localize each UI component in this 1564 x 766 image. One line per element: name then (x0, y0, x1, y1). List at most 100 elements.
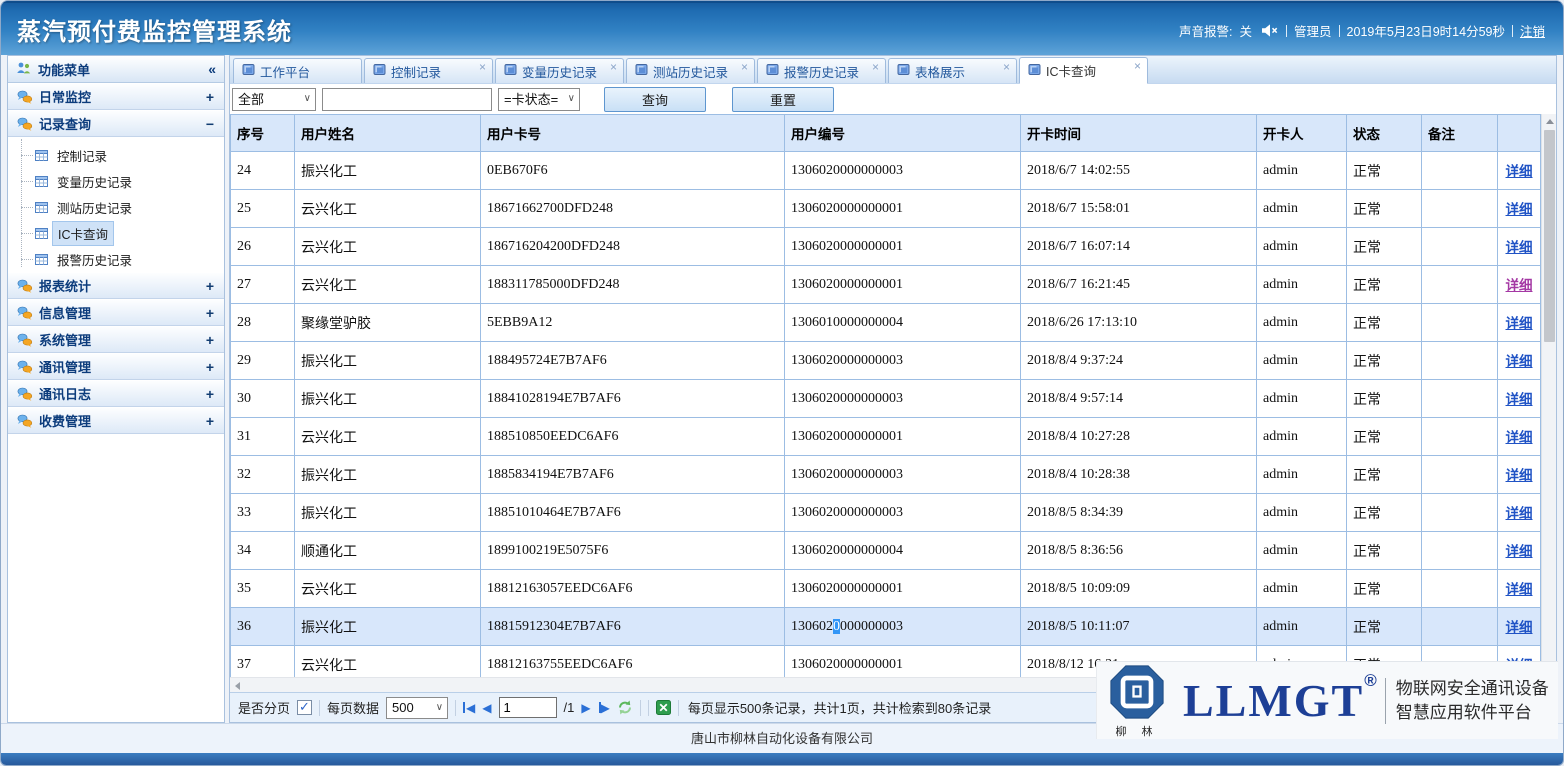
expand-toggle-icon[interactable] (206, 413, 214, 429)
page-number-input[interactable] (499, 697, 557, 718)
brand-tagline-1: 物联网安全通讯设备 (1396, 677, 1549, 701)
cell-index: 32 (231, 456, 295, 494)
query-button[interactable]: 查询 (604, 87, 706, 112)
tab-workspace[interactable]: 工作平台 (233, 58, 362, 83)
tab-close-icon[interactable] (610, 62, 617, 72)
refresh-icon[interactable] (617, 700, 633, 715)
card-status-select[interactable]: =卡状态= (499, 89, 579, 110)
sidebar-group-report-statistics[interactable]: 报表统计 (8, 272, 224, 299)
sound-alarm-state[interactable]: 关 (1240, 21, 1253, 40)
expand-toggle-icon[interactable] (206, 305, 214, 321)
tab-close-icon[interactable] (1003, 62, 1010, 72)
tab-close-icon[interactable] (479, 62, 486, 72)
keyword-input[interactable] (322, 88, 492, 111)
scroll-up-icon[interactable] (1542, 114, 1557, 129)
scroll-left-icon[interactable] (230, 678, 245, 693)
expand-toggle-icon[interactable] (206, 359, 214, 375)
sidebar-item-alarm-history[interactable]: 报警历史记录 (8, 246, 224, 272)
detail-link[interactable]: 详细 (1506, 582, 1533, 597)
cell-operator: admin (1257, 380, 1347, 418)
detail-link[interactable]: 详细 (1506, 316, 1533, 331)
sidebar-item-ic-card-query[interactable]: IC卡查询 (8, 220, 224, 246)
expand-toggle-icon[interactable] (206, 332, 214, 348)
tab-variable-history[interactable]: 变量历史记录 (495, 58, 624, 83)
cell-user-name: 振兴化工 (295, 152, 481, 190)
cell-index: 30 (231, 380, 295, 418)
detail-link[interactable]: 详细 (1506, 620, 1533, 635)
category-select[interactable]: 全部 (233, 89, 285, 110)
app-window: 蒸汽预付费监控管理系统 声音报警: 关 管理员 2019年5月23日9时14分5… (0, 0, 1564, 766)
cell-open-time: 2018/6/7 16:21:45 (1021, 266, 1257, 304)
cell-remark (1422, 190, 1498, 228)
filter-toolbar: 全部 =卡状态= 查询 重置 (230, 84, 1556, 114)
expand-toggle-icon[interactable] (206, 89, 214, 105)
tab-page-icon (242, 64, 255, 78)
detail-link[interactable]: 详细 (1506, 164, 1533, 179)
reset-button[interactable]: 重置 (732, 87, 834, 112)
detail-link[interactable]: 详细 (1506, 392, 1533, 407)
tab-label: 控制记录 (391, 62, 474, 81)
sidebar-item-station-history[interactable]: 测站历史记录 (8, 194, 224, 220)
detail-link[interactable]: 详细 (1506, 468, 1533, 483)
tab-alarm-history[interactable]: 报警历史记录 (757, 58, 886, 83)
cell-index: 29 (231, 342, 295, 380)
tab-table-display[interactable]: 表格展示 (888, 58, 1017, 83)
logout-link[interactable]: 注销 (1520, 21, 1545, 40)
paging-checkbox[interactable] (297, 700, 312, 715)
sidebar-item-variable-history[interactable]: 变量历史记录 (8, 168, 224, 194)
user-no-text: 130602 (791, 619, 833, 634)
detail-link[interactable]: 详细 (1506, 278, 1533, 293)
cell-user-no: 1306020000000001 (785, 228, 1021, 266)
sidebar-group-daily-monitoring[interactable]: 日常监控 (8, 83, 224, 110)
cell-card-no: 1885834194E7B7AF6 (481, 456, 785, 494)
vertical-scrollbar[interactable] (1541, 114, 1556, 677)
tab-close-icon[interactable] (872, 62, 879, 72)
detail-link[interactable]: 详细 (1506, 354, 1533, 369)
next-page-button[interactable] (581, 701, 590, 715)
last-page-button[interactable] (598, 701, 610, 715)
detail-link[interactable]: 详细 (1506, 240, 1533, 255)
detail-link[interactable]: 详细 (1506, 430, 1533, 445)
sidebar-title: 功能菜单 (38, 60, 90, 79)
cell-detail: 详细 (1498, 342, 1541, 380)
detail-link[interactable]: 详细 (1506, 202, 1533, 217)
collapse-sidebar-icon[interactable] (208, 61, 216, 77)
record-summary: 每页显示500条记录，共计1页，共计检索到80条记录 (688, 698, 991, 717)
expand-toggle-icon[interactable] (206, 278, 214, 294)
cell-open-time: 2018/8/4 9:57:14 (1021, 380, 1257, 418)
cell-card-no: 18815912304E7B7AF6 (481, 608, 785, 646)
prev-page-button[interactable] (482, 701, 491, 715)
sidebar-item-control-records[interactable]: 控制记录 (8, 142, 224, 168)
tab-close-icon[interactable] (741, 62, 748, 72)
sidebar-group-comm-management[interactable]: 通讯管理 (8, 353, 224, 380)
page-size-select[interactable]: 500 (387, 698, 434, 718)
cell-user-name: 云兴化工 (295, 418, 481, 456)
tab-page-icon (1028, 64, 1041, 78)
total-pages: /1 (564, 700, 575, 715)
sidebar-group-comm-logs[interactable]: 通讯日志 (8, 380, 224, 407)
cell-index: 31 (231, 418, 295, 456)
sidebar-group-info-management[interactable]: 信息管理 (8, 299, 224, 326)
current-datetime: 2019年5月23日9时14分59秒 (1347, 21, 1505, 40)
tab-station-history[interactable]: 测站历史记录 (626, 58, 755, 83)
cell-operator: admin (1257, 266, 1347, 304)
sidebar-group-billing-management[interactable]: 收费管理 (8, 407, 224, 434)
scrollbar-thumb[interactable] (1544, 130, 1555, 342)
sidebar-group-system-management[interactable]: 系统管理 (8, 326, 224, 353)
detail-link[interactable]: 详细 (1506, 544, 1533, 559)
sidebar-group-record-query[interactable]: 记录查询 (8, 110, 224, 137)
tab-ic-card-query[interactable]: IC卡查询 (1019, 57, 1148, 84)
cell-operator: admin (1257, 456, 1347, 494)
sidebar-group-label: 信息管理 (39, 303, 91, 322)
tab-close-icon[interactable] (1134, 61, 1141, 71)
expand-toggle-icon[interactable] (206, 116, 214, 132)
sidebar-group-label: 通讯管理 (39, 357, 91, 376)
speaker-muted-icon[interactable] (1261, 24, 1279, 37)
detail-link[interactable]: 详细 (1506, 506, 1533, 521)
export-excel-icon[interactable] (656, 700, 671, 715)
tab-page-icon (373, 64, 386, 75)
first-page-button[interactable] (463, 701, 475, 715)
tab-control-records[interactable]: 控制记录 (364, 58, 493, 83)
cell-open-time: 2018/8/4 10:27:28 (1021, 418, 1257, 456)
expand-toggle-icon[interactable] (206, 386, 214, 402)
